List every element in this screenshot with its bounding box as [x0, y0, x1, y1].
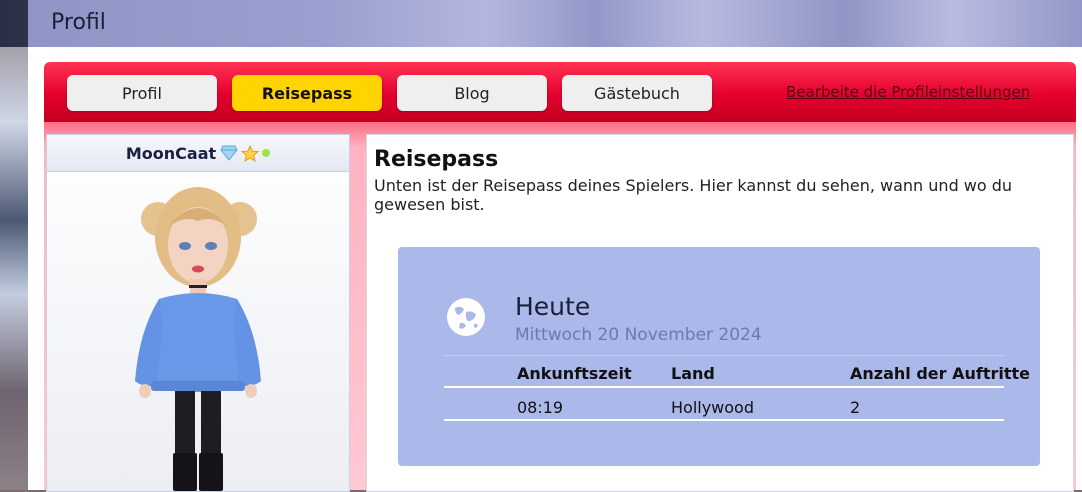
diamond-icon — [220, 145, 238, 161]
background-left — [0, 0, 30, 490]
column-header-arrival-time: Ankunftszeit — [517, 364, 632, 383]
passport-section: Reisepass Unten ist der Reisepass deines… — [366, 134, 1074, 492]
tab-reisepass[interactable]: Reisepass — [232, 75, 382, 111]
online-status-icon — [262, 149, 271, 157]
avatar-card-header: MoonCaat — [47, 135, 349, 172]
edit-profile-settings-link[interactable]: Bearbeite die Profileinstellungen — [786, 83, 1030, 101]
username[interactable]: MoonCaat — [126, 144, 216, 163]
avatar-card: MoonCaat — [46, 134, 350, 492]
passport-day: Heute — [515, 292, 591, 321]
globe-icon — [446, 297, 486, 341]
tab-gaestebuch[interactable]: Gästebuch — [562, 75, 712, 111]
cell-country: Hollywood — [671, 398, 754, 417]
section-title: Reisepass — [374, 147, 499, 172]
tab-profil[interactable]: Profil — [67, 75, 217, 111]
table-row-divider — [444, 419, 1004, 421]
tab-blog[interactable]: Blog — [397, 75, 547, 111]
page-title: Profil — [51, 10, 106, 35]
column-header-country: Land — [671, 364, 715, 383]
cell-appearances: 2 — [850, 398, 861, 417]
section-description: Unten ist der Reisepass deines Spielers.… — [374, 176, 1013, 214]
divider — [444, 355, 1004, 356]
passport-card: Heute Mittwoch 20 November 2024 Ankunfts… — [398, 247, 1040, 466]
passport-date: Mittwoch 20 November 2024 — [515, 325, 762, 345]
profile-header-bar: Profil — [28, 0, 1082, 47]
column-header-appearances: Anzahl der Auftritte — [850, 364, 1030, 383]
cell-arrival-time: 08:19 — [517, 398, 564, 417]
table-header-divider — [444, 386, 1004, 388]
star-icon — [241, 144, 260, 162]
avatar-character-image — [135, 187, 261, 491]
